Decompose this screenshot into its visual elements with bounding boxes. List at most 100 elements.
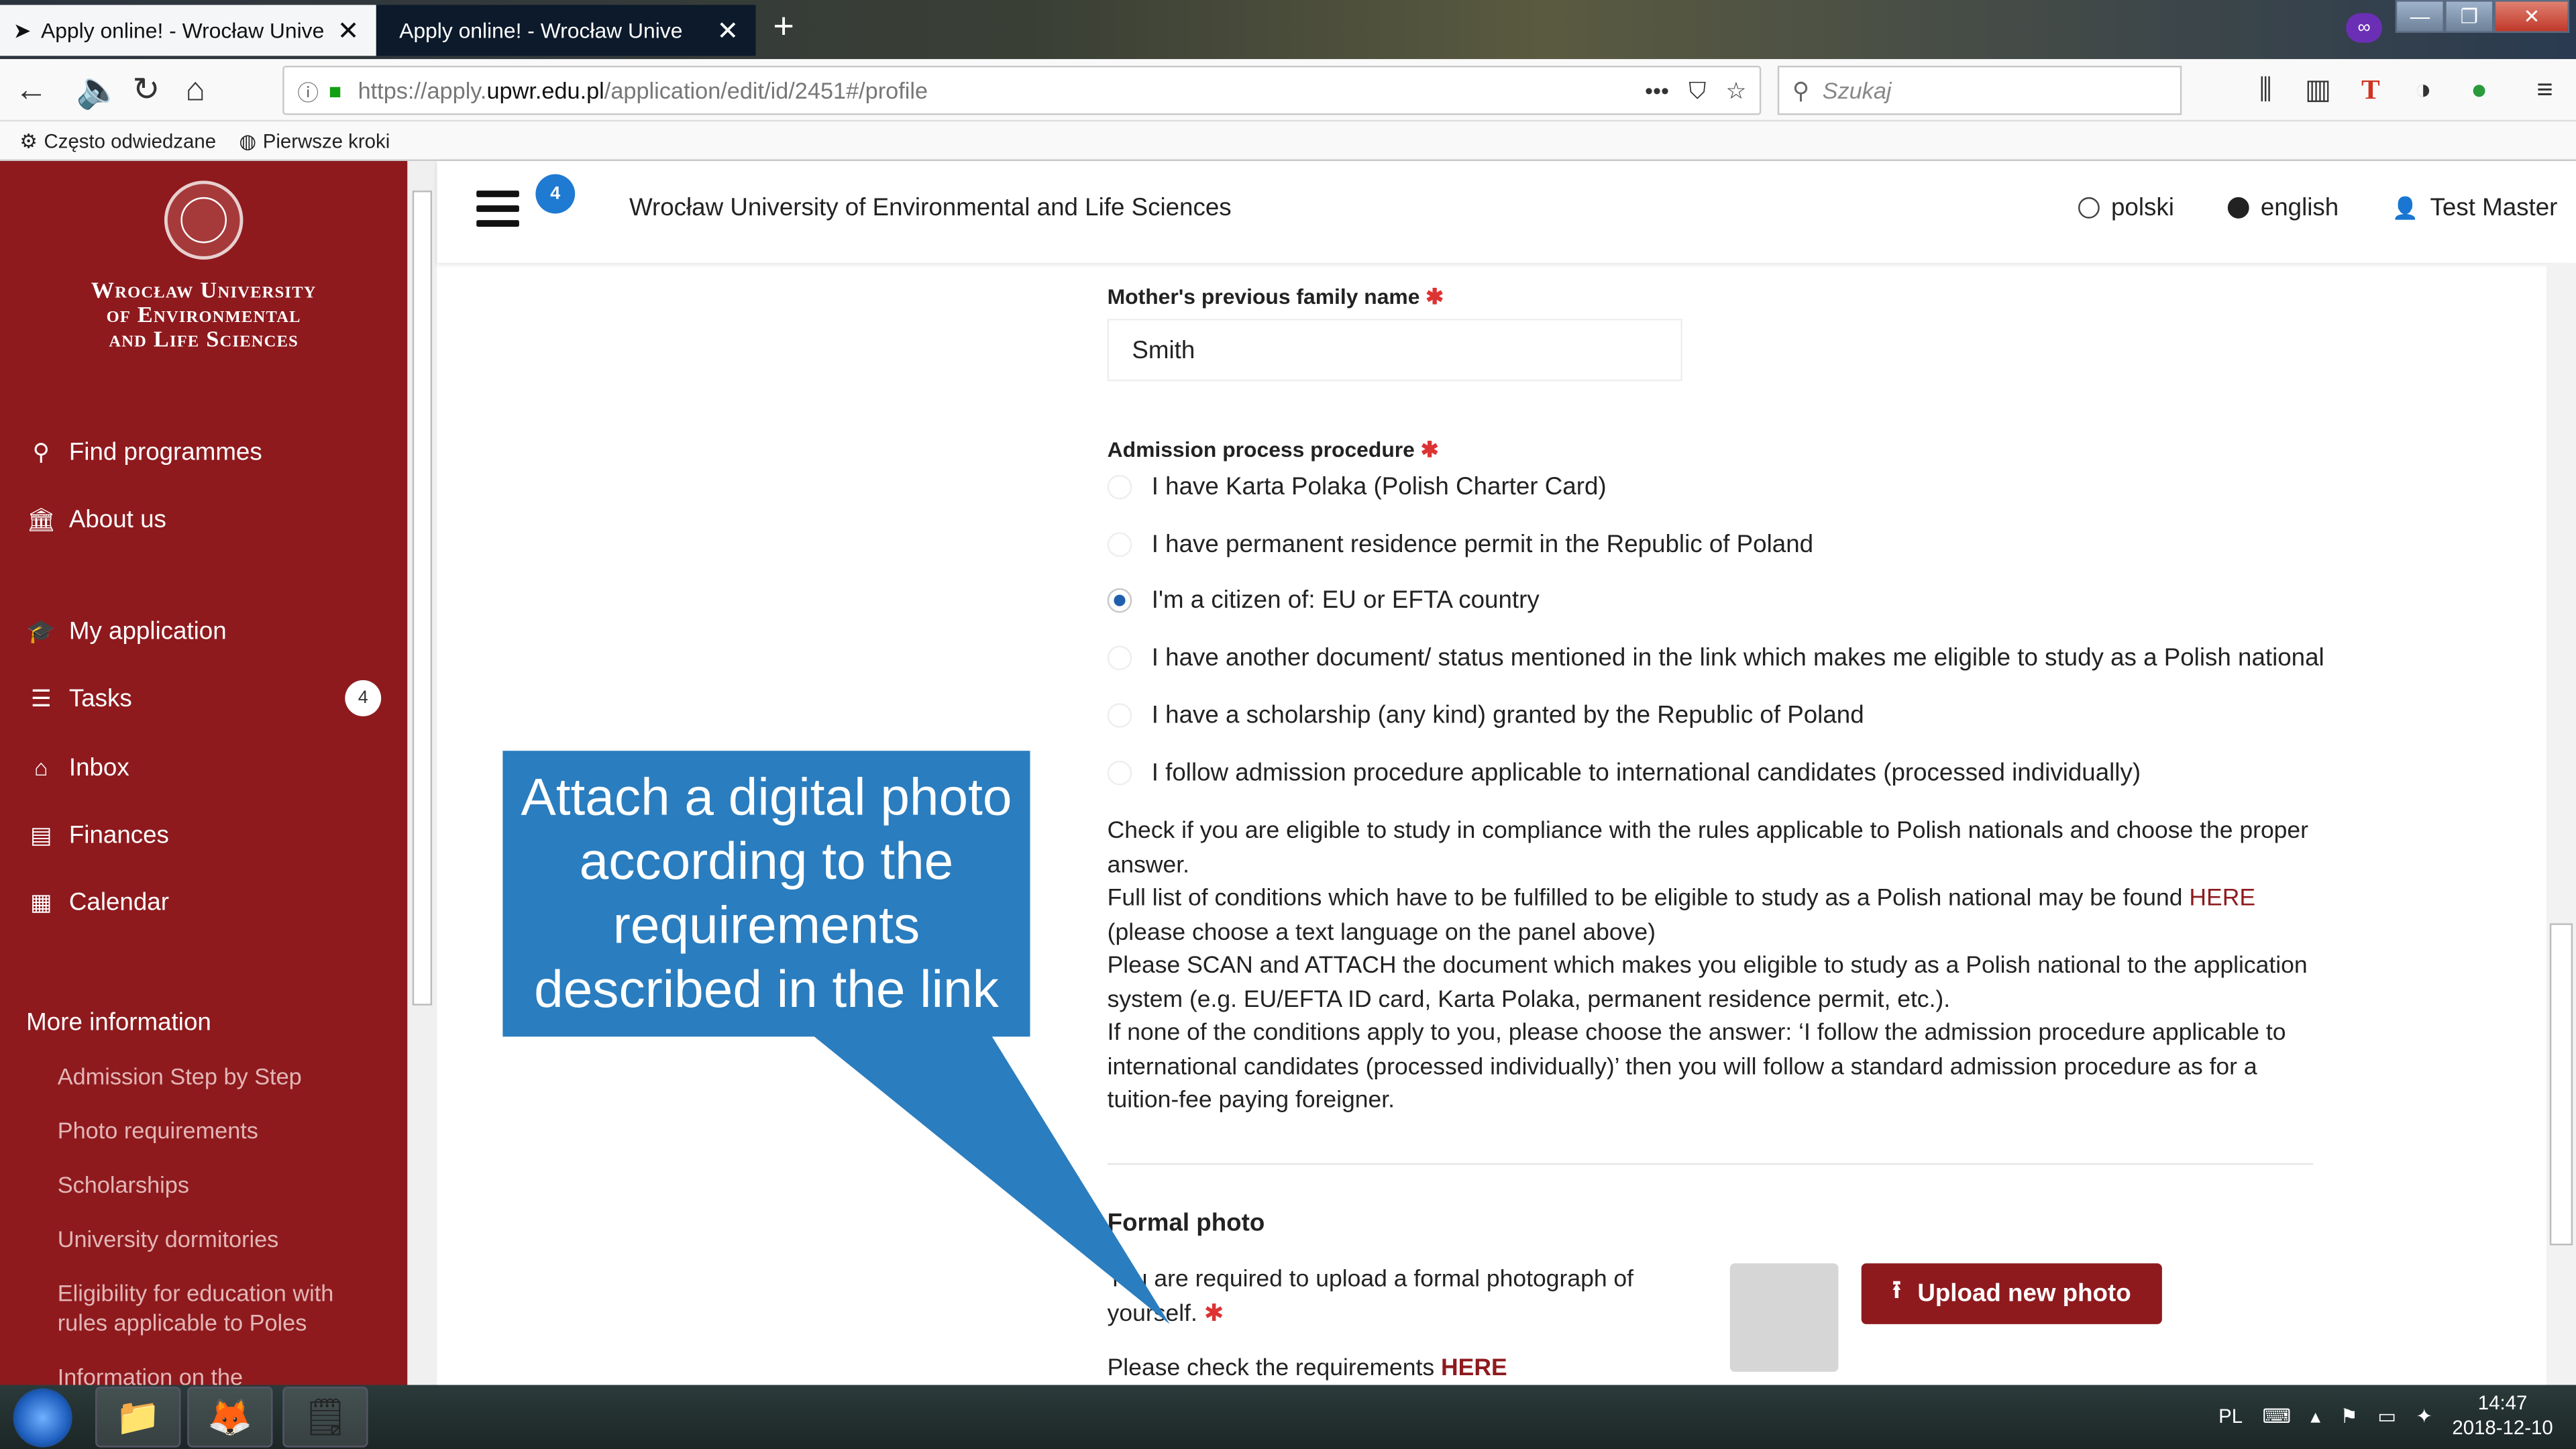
sidebar-item-label: Calendar [68, 888, 169, 916]
back-arrow-icon[interactable]: ← [10, 69, 53, 112]
link-admission-step-by-step[interactable]: Admission Step by Step [58, 1061, 386, 1091]
search-icon: ⚲ [1792, 76, 1809, 103]
new-tab-button[interactable]: + [765, 7, 802, 46]
required-asterisk-icon: ✱ [1420, 437, 1439, 462]
sidebar-item-finances[interactable]: ▤ Finances [26, 813, 388, 856]
photo-requirements-note: Please check the requirements HERE [1108, 1355, 1507, 1381]
sidebar: Wrocław University of Environmental and … [0, 161, 408, 1385]
admission-option-karta-polaka[interactable]: I have Karta Polaka (Polish Charter Card… [1107, 473, 1607, 501]
admission-option-another-document[interactable]: I have another document/ status mentione… [1107, 644, 2324, 672]
adblock-extension-icon[interactable]: ● [2461, 72, 2498, 109]
admission-option-eu-efta-citizen[interactable]: I'm a citizen of: EU or EFTA country [1107, 586, 1540, 614]
link-information-on-the[interactable]: Information on the [58, 1362, 386, 1385]
sticky-notes-icon[interactable]: 🗒 [282, 1386, 368, 1448]
lock-icon: ■ [328, 78, 342, 103]
language-option-english[interactable]: english [2227, 194, 2339, 222]
speaker-icon[interactable]: 🔈 [66, 69, 131, 112]
conditions-here-link[interactable]: HERE [2189, 885, 2255, 912]
clock-time: 14:47 [2477, 1391, 2528, 1415]
calendar-icon: ▦ [30, 888, 52, 914]
search-input[interactable]: ⚲ Szukaj [1777, 65, 2182, 115]
upload-new-photo-button[interactable]: ⭱ Upload new photo [1861, 1263, 2162, 1324]
url-bar[interactable]: ⓘ ■ https://apply. upwr.edu.pl/applicatio… [282, 65, 1762, 115]
input-language[interactable]: PL [2218, 1405, 2243, 1428]
radio-icon[interactable] [1107, 760, 1132, 786]
windows-taskbar: 📁 🦊 🗒 PL ⌨ ▴ ⚑ ▭ ✦ 14:47 2018-12-10 [0, 1385, 2576, 1449]
main-scrollbar[interactable] [2546, 262, 2576, 1385]
photo-requirements-here-link[interactable]: HERE [1441, 1355, 1507, 1381]
sidebar-item-my-application[interactable]: 🎓 My application [26, 610, 388, 653]
option-label: I'm a citizen of: EU or EFTA country [1151, 586, 1540, 614]
sidebar-item-label: About us [68, 505, 166, 533]
option-label: I have another document/ status mentione… [1151, 644, 2324, 672]
admission-option-scholarship[interactable]: I have a scholarship (any kind) granted … [1107, 702, 1864, 729]
show-hidden-icons-icon[interactable]: ▴ [2310, 1405, 2320, 1428]
home-icon[interactable]: ⌂ [174, 69, 217, 112]
admission-option-permanent-residence[interactable]: I have permanent residence permit in the… [1107, 531, 1813, 559]
photo-preview-placeholder [1729, 1263, 1839, 1372]
link-university-dormitories[interactable]: University dormitories [58, 1224, 386, 1254]
upload-icon: ⭱ [1892, 1276, 1901, 1305]
link-photo-requirements[interactable]: Photo requirements [58, 1116, 386, 1145]
sidebar-scrollbar[interactable] [407, 161, 437, 1385]
translate-extension-icon[interactable]: T [2353, 72, 2389, 109]
tab-title: Apply online! - Wrocław Unive [399, 17, 683, 43]
radio-icon[interactable] [1107, 645, 1132, 671]
reload-icon[interactable]: ↻ [125, 69, 168, 112]
menu-hamburger-icon[interactable] [476, 191, 519, 227]
tasks-count-badge: 4 [345, 680, 382, 716]
minimize-button[interactable]: — [2395, 0, 2445, 33]
dropbox-icon[interactable]: ✦ [2416, 1405, 2432, 1428]
sidebar-scrollbar-thumb[interactable] [412, 191, 433, 1006]
tab-close-icon[interactable]: ✕ [713, 14, 743, 47]
radio-icon[interactable] [1107, 703, 1132, 728]
language-option-polski[interactable]: polski [2078, 194, 2174, 222]
user-menu[interactable]: 👤 Test Master [2392, 194, 2558, 222]
radio-icon[interactable] [1107, 474, 1132, 500]
firefox-icon[interactable]: 🦊 [187, 1386, 273, 1448]
document-icon: ▤ [30, 820, 52, 847]
required-asterisk-icon: ✱ [1203, 1301, 1224, 1328]
sidebar-item-about-us[interactable]: 🏛 About us [26, 498, 388, 541]
hamburger-menu-icon[interactable]: ≡ [2527, 72, 2563, 109]
main-scrollbar-thumb[interactable] [2549, 923, 2573, 1246]
bookmark-often-visited[interactable]: ⚙ Często odwiedzane [19, 129, 216, 152]
description-text: You are required to upload a formal phot… [1107, 1267, 1634, 1328]
bookmark-star-icon[interactable]: ☆ [1726, 76, 1747, 105]
mother-previous-family-name-input[interactable]: Smith [1107, 319, 1682, 382]
bookmark-first-steps[interactable]: ◍ Pierwsze kroki [239, 129, 390, 152]
close-window-button[interactable]: ✕ [2493, 0, 2570, 33]
sidebar-item-tasks[interactable]: ☰ Tasks 4 [26, 677, 388, 720]
page-actions-menu-icon[interactable]: ••• [1645, 77, 1669, 103]
windows-start-icon[interactable] [13, 1388, 72, 1448]
ghostery-extension-icon[interactable]: ◑ [2405, 72, 2441, 109]
sidebar-toggle-icon[interactable]: ▥ [2300, 72, 2337, 109]
sidebar-item-inbox[interactable]: ⌂ Inbox [26, 746, 388, 789]
pocket-icon[interactable]: ⛉ [1688, 76, 1706, 105]
action-center-flag-icon[interactable]: ⚑ [2340, 1405, 2357, 1428]
bookmarks-bar: ⚙ Często odwiedzane ◍ Pierwsze kroki [0, 121, 2576, 162]
library-icon[interactable]: ⫼ [2247, 72, 2284, 109]
radio-icon[interactable] [1107, 532, 1132, 557]
browser-tab-active[interactable]: ➤ Apply online! - Wrocław Unive ✕ [0, 5, 376, 56]
admission-option-international[interactable]: I follow admission procedure applicable … [1107, 759, 2141, 787]
instruction-callout: Attach a digital photo according to the … [502, 751, 1030, 1037]
file-explorer-icon[interactable]: 📁 [95, 1386, 181, 1448]
network-icon[interactable]: ▭ [2377, 1405, 2396, 1428]
browser-tab[interactable]: Apply online! - Wrocław Unive ✕ [376, 5, 756, 56]
admission-procedure-label: Admission process procedure ✱ [1108, 437, 1439, 463]
maximize-button[interactable]: ❐ [2445, 0, 2494, 33]
radio-selected-icon[interactable] [1107, 588, 1132, 613]
link-eligibility-polish-rules[interactable]: Eligibility for education with rules app… [58, 1278, 386, 1337]
university-seal-logo[interactable] [164, 180, 244, 260]
sidebar-item-calendar[interactable]: ▦ Calendar [26, 881, 388, 924]
info-icon[interactable]: ⓘ [297, 74, 319, 106]
sidebar-item-label: Finances [68, 820, 169, 849]
link-scholarships[interactable]: Scholarships [58, 1170, 386, 1199]
clock[interactable]: 14:47 2018-12-10 [2452, 1391, 2553, 1440]
sidebar-item-find-programmes[interactable]: ⚲ Find programmes [26, 431, 388, 474]
tab-close-icon[interactable]: ✕ [333, 14, 363, 47]
sidebar-item-label: Find programmes [68, 437, 262, 466]
browser-navbar: ← 🔈 ↻ ⌂ ⓘ ■ https://apply. upwr.edu.pl/ap… [0, 59, 2576, 122]
keyboard-icon[interactable]: ⌨ [2262, 1405, 2290, 1428]
